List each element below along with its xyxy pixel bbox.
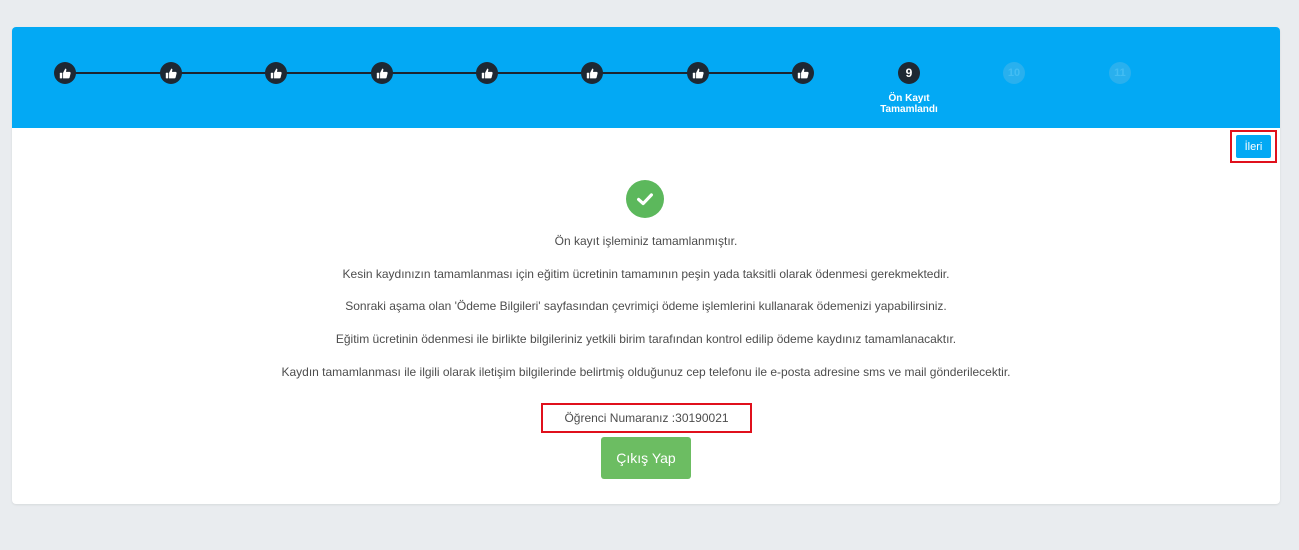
registration-card: 9 Ön Kayıt Tamamlandı 10 11 İleri Ön kay…: [12, 27, 1280, 504]
step-11-pending: 11: [1109, 62, 1131, 84]
step-9-active: 9: [898, 62, 920, 84]
step-6-done: [581, 62, 603, 84]
next-button[interactable]: İleri: [1236, 135, 1271, 158]
thumbs-up-icon: [376, 67, 389, 80]
thumbs-up-icon: [692, 67, 705, 80]
step-10-pending: 10: [1003, 62, 1025, 84]
check-circle-icon: [626, 180, 664, 218]
thumbs-up-icon: [59, 67, 72, 80]
verification-message: Eğitim ücretinin ödenmesi ile birlikte b…: [335, 332, 957, 346]
step-2-done: [160, 62, 182, 84]
thumbs-up-icon: [797, 67, 810, 80]
notification-message: Kaydın tamamlanması ile ilgili olarak il…: [281, 365, 1011, 379]
step-7-done: [687, 62, 709, 84]
thumbs-up-icon: [270, 67, 283, 80]
step-9-number: 9: [905, 66, 913, 80]
step-9-label-line2: Tamamlandı: [880, 104, 938, 115]
progress-stepper: 9 Ön Kayıt Tamamlandı 10 11: [12, 27, 1280, 128]
thumbs-up-icon: [165, 67, 178, 80]
step-9-label-line1: Ön Kayıt: [888, 93, 930, 104]
thumbs-up-icon: [586, 67, 599, 80]
payment-requirement-message: Kesin kaydınızın tamamlanması için eğiti…: [342, 267, 950, 281]
step-11-number: 11: [1114, 67, 1126, 79]
thumbs-up-icon: [481, 67, 494, 80]
step-5-done: [476, 62, 498, 84]
logout-button[interactable]: Çıkış Yap: [601, 437, 691, 479]
step-10-number: 10: [1007, 67, 1021, 79]
step-9-label: Ön Kayıt Tamamlandı: [849, 93, 969, 115]
step-1-done: [54, 62, 76, 84]
step-4-done: [371, 62, 393, 84]
student-number: Öğrenci Numaranız :30190021: [564, 411, 729, 425]
completion-message: Ön kayıt işleminiz tamamlanmıştır.: [554, 234, 738, 248]
online-payment-message: Sonraki aşama olan 'Ödeme Bilgileri' say…: [345, 299, 947, 313]
step-8-done: [792, 62, 814, 84]
step-3-done: [265, 62, 287, 84]
